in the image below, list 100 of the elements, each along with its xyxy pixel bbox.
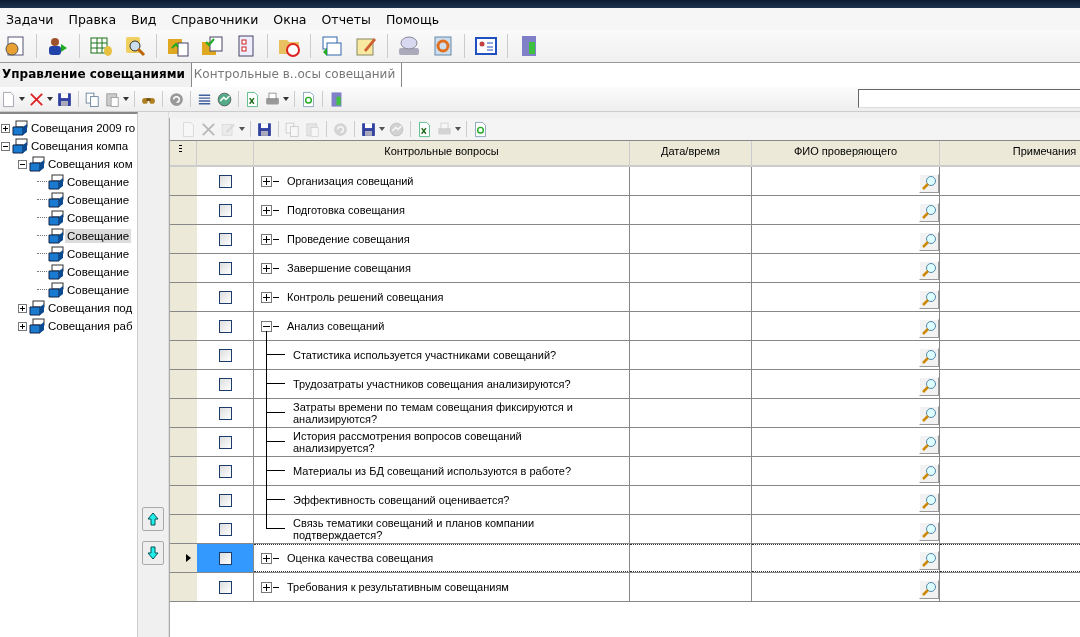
save-icon[interactable]: [56, 90, 73, 108]
disc-drive-icon[interactable]: [397, 34, 421, 58]
save-icon[interactable]: [256, 120, 273, 138]
checkbox[interactable]: [218, 493, 232, 507]
expander-icon[interactable]: [261, 262, 272, 274]
checkbox[interactable]: [218, 377, 232, 391]
expander-icon[interactable]: [261, 233, 272, 245]
checkbox[interactable]: [218, 232, 232, 246]
tree-item[interactable]: Совещания под: [46, 301, 135, 315]
tree-item[interactable]: Совещание: [65, 283, 132, 297]
tree-item[interactable]: Совещания раб: [46, 319, 135, 333]
checkbox[interactable]: [218, 174, 232, 188]
tree-item[interactable]: Совещание: [65, 265, 132, 279]
tree-item[interactable]: Совещание: [65, 175, 132, 189]
menu-item[interactable]: Вид: [125, 11, 166, 27]
lookup-button[interactable]: [919, 173, 939, 193]
refresh-icon[interactable]: [300, 90, 317, 108]
checkbox[interactable]: [218, 203, 232, 217]
save-icon[interactable]: [360, 120, 377, 138]
current-row-icon: [186, 554, 191, 562]
lookup-button[interactable]: [919, 347, 939, 367]
document-clock-icon[interactable]: [3, 34, 27, 58]
column-header[interactable]: ФИО проверяющего: [752, 141, 940, 165]
tree-item[interactable]: Совещание: [65, 211, 132, 225]
menu-item[interactable]: Помощь: [379, 11, 449, 27]
lookup-button[interactable]: [919, 231, 939, 251]
lookup-button[interactable]: [919, 289, 939, 309]
tree-item[interactable]: Совещания компа: [29, 139, 131, 153]
checkbox[interactable]: [218, 435, 232, 449]
dropdown-arrow-icon[interactable]: [239, 127, 245, 131]
copy-icon[interactable]: [84, 90, 101, 108]
lookup-button[interactable]: [919, 579, 939, 599]
checkbox[interactable]: [218, 406, 232, 420]
spreadsheet-icon[interactable]: [89, 34, 113, 58]
excel-icon[interactable]: [416, 120, 433, 138]
menu-item[interactable]: Справочники: [165, 11, 268, 27]
column-header[interactable]: Примечания: [940, 141, 1080, 165]
checkbox[interactable]: [218, 551, 232, 565]
menu-item[interactable]: Отчеты: [315, 11, 380, 27]
delete-icon[interactable]: [28, 90, 45, 108]
tree-item[interactable]: Совещание: [65, 247, 132, 261]
refresh-icon[interactable]: [472, 120, 489, 138]
row-header[interactable]: [170, 544, 197, 572]
dropdown-arrow-icon[interactable]: [455, 127, 461, 131]
dropdown-arrow-icon[interactable]: [123, 97, 129, 101]
excel-icon[interactable]: [244, 90, 261, 108]
menu-item[interactable]: Окна: [267, 11, 316, 27]
tree-item[interactable]: Совещание: [65, 229, 132, 243]
lookup-button[interactable]: [919, 521, 939, 541]
search-field[interactable]: [858, 89, 1080, 108]
contact-card-icon[interactable]: [474, 34, 498, 58]
checkbox[interactable]: [218, 580, 232, 594]
documents-icon[interactable]: [320, 34, 344, 58]
lookup-button[interactable]: [919, 434, 939, 454]
checkbox[interactable]: [218, 522, 232, 536]
checkbox[interactable]: [218, 319, 232, 333]
expander-icon[interactable]: [18, 159, 27, 169]
expander-icon[interactable]: [261, 581, 272, 593]
tab[interactable]: Управление совещаниями: [0, 63, 192, 87]
column-header[interactable]: Дата/время: [630, 141, 752, 165]
expander-icon[interactable]: [261, 552, 272, 564]
expander-icon[interactable]: [261, 320, 272, 332]
lookup-button[interactable]: [919, 260, 939, 280]
checkbox[interactable]: [218, 290, 232, 304]
dropdown-arrow-icon[interactable]: [47, 97, 53, 101]
magnifier-icon: [921, 262, 937, 278]
lookup-button[interactable]: [919, 550, 939, 570]
lookup-button[interactable]: [919, 376, 939, 396]
lookup-button[interactable]: [919, 318, 939, 338]
undo-icon[interactable]: [168, 90, 185, 108]
column-header[interactable]: Контрольные вопросы: [254, 141, 630, 165]
expander-icon[interactable]: [1, 123, 10, 133]
grip-icon[interactable]: [178, 145, 182, 152]
menu-item[interactable]: Правка: [62, 11, 126, 27]
lookup-button[interactable]: [919, 405, 939, 425]
tree-item[interactable]: Совещания ком: [46, 157, 135, 171]
box-check-icon[interactable]: [200, 34, 224, 58]
expander-icon[interactable]: [261, 204, 272, 216]
checkbox[interactable]: [218, 464, 232, 478]
selection-cell[interactable]: [197, 544, 254, 572]
lookup-button[interactable]: [919, 492, 939, 512]
move-up-button[interactable]: [142, 507, 164, 531]
checkbox[interactable]: [218, 348, 232, 362]
search-icon[interactable]: [123, 34, 147, 58]
lookup-button[interactable]: [919, 202, 939, 222]
lookup-button[interactable]: [919, 463, 939, 483]
dropdown-arrow-icon[interactable]: [283, 97, 289, 101]
checkbox[interactable]: [218, 261, 232, 275]
expander-icon[interactable]: [1, 141, 10, 151]
magnifier-icon: [921, 407, 937, 423]
move-down-button[interactable]: [142, 541, 164, 565]
tree-item[interactable]: Совещание: [65, 193, 132, 207]
tree-item[interactable]: Совещания 2009 го: [29, 121, 137, 135]
dropdown-arrow-icon[interactable]: [379, 127, 385, 131]
expander-icon[interactable]: [261, 175, 272, 187]
expander-icon[interactable]: [261, 291, 272, 303]
expander-icon[interactable]: [18, 303, 27, 313]
menu-item[interactable]: Задачи: [0, 11, 63, 27]
dropdown-arrow-icon[interactable]: [19, 97, 25, 101]
expander-icon[interactable]: [18, 321, 27, 331]
